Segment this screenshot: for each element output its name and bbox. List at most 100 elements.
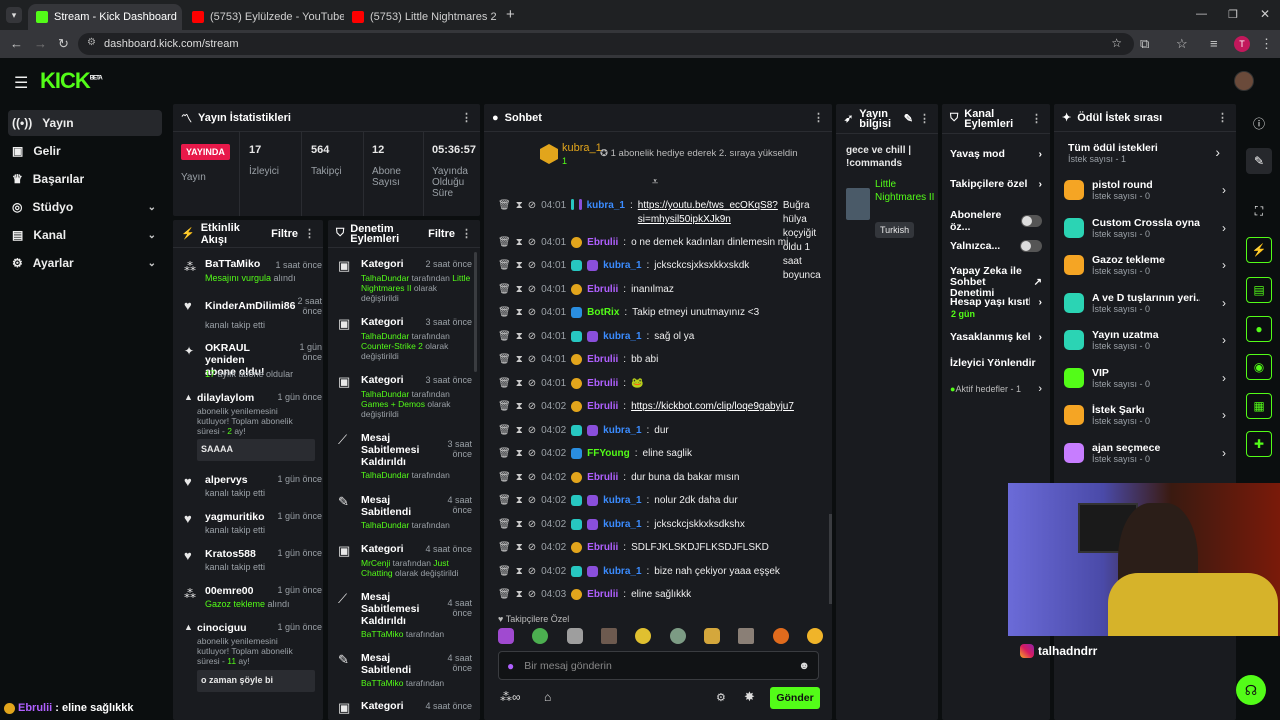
timeout-icon[interactable]: ⧗ (516, 331, 523, 342)
reload-icon[interactable]: ↻ (58, 36, 69, 52)
timeout-icon[interactable]: ⧗ (516, 199, 523, 213)
timeout-icon[interactable]: ⧗ (516, 401, 523, 412)
store-icon[interactable]: ⌂ (544, 690, 551, 704)
timeout-icon[interactable]: ⧗ (516, 495, 523, 506)
sidebar-item-studyo[interactable]: ◎ Stüdyo ⌄ (8, 194, 162, 220)
ban-icon[interactable]: ⊘ (528, 519, 536, 530)
wrench-icon[interactable]: ✚ (1246, 431, 1272, 457)
tab-youtube-2[interactable]: (5753) Little Nightmares 2 Gam ✕ (344, 4, 500, 30)
sidebar-item-ayarlar[interactable]: ⚙ Ayarlar ⌄ (8, 250, 162, 276)
more-options-icon[interactable]: ⋮ (919, 112, 930, 125)
delete-icon[interactable]: 🗑 (498, 307, 511, 318)
timeout-icon[interactable]: ⧗ (516, 542, 523, 553)
emote-icon[interactable] (498, 628, 514, 644)
user-avatar[interactable] (1234, 71, 1254, 91)
emote-icon[interactable] (532, 628, 549, 644)
ban-icon[interactable]: ⊘ (528, 331, 536, 342)
ban-icon[interactable]: ⊘ (528, 284, 536, 295)
chat-username[interactable]: kubra_1 (603, 566, 641, 577)
sidebar-item-kanal[interactable]: ▤ Kanal ⌄ (8, 222, 162, 248)
delete-icon[interactable]: 🗑 (498, 425, 511, 436)
more-options-icon[interactable]: ⋮ (304, 227, 315, 240)
ban-icon[interactable]: ⊘ (528, 589, 536, 600)
chat-link[interactable]: https://youtu.be/tws_ecOKqS8?si=mhysil50… (638, 199, 778, 227)
profile-avatar[interactable]: T (1234, 36, 1250, 52)
delete-icon[interactable]: 🗑 (498, 566, 511, 577)
emote-icon[interactable] (703, 628, 720, 644)
emote-icon[interactable] (566, 628, 583, 644)
sidebar-item-gelir[interactable]: ▣ Gelir (8, 138, 162, 164)
ban-icon[interactable]: ⊘ (528, 237, 536, 248)
delete-icon[interactable]: 🗑 (498, 378, 511, 389)
edit-icon[interactable]: ✎ (1246, 148, 1272, 174)
scrollbar[interactable] (474, 252, 477, 372)
sidebar-item-yayin[interactable]: ((•)) Yayın (8, 110, 162, 136)
emote-only-toggle[interactable] (1020, 240, 1042, 252)
microphone-icon[interactable]: ● (507, 659, 514, 673)
timeout-icon[interactable]: ⧗ (516, 354, 523, 365)
banned-words-item[interactable]: Yasaklanmış keli › (950, 331, 1042, 343)
hamburger-menu-icon[interactable]: ☰ (14, 73, 28, 93)
timeout-icon[interactable]: ⧗ (516, 566, 523, 577)
timeout-icon[interactable]: ⧗ (516, 589, 523, 600)
emote-icon[interactable] (772, 628, 789, 644)
ai-moderation-item[interactable]: Yapay Zeka ile Sohbet Denetimi ↗ (950, 266, 1042, 299)
delete-icon[interactable]: 🗑 (498, 354, 511, 365)
filter-button[interactable]: Filtre (271, 228, 298, 240)
more-options-icon[interactable]: ⋮ (1031, 112, 1042, 125)
ban-icon[interactable]: ⊘ (528, 542, 536, 553)
emote-icon[interactable] (738, 628, 755, 644)
ban-icon[interactable]: ⊘ (528, 199, 536, 213)
chat-username[interactable]: kubra_1 (603, 495, 641, 506)
tab-youtube-1[interactable]: (5753) Eylülzede - YouTube ✕ (184, 4, 344, 30)
chat-username[interactable]: Ebrulii (587, 542, 618, 553)
minimize-icon[interactable]: — (1196, 8, 1207, 20)
bookmarks-icon[interactable]: ☆ (1176, 36, 1188, 52)
new-tab-icon[interactable]: + (506, 6, 515, 23)
chat-input[interactable]: ● Bir mesaj gönderin ☻ (498, 651, 819, 680)
edit-icon[interactable]: ✎ (904, 112, 913, 125)
delete-icon[interactable]: 🗑 (498, 589, 511, 600)
emote-icon[interactable] (669, 628, 686, 644)
points-icon[interactable]: ⁂∞ (500, 690, 521, 704)
emote-icon[interactable] (600, 628, 617, 644)
delete-icon[interactable]: 🗑 (498, 199, 511, 213)
slow-mode-item[interactable]: Yavaş mod › (950, 148, 1042, 160)
layout-icon[interactable]: ▦ (1246, 393, 1272, 419)
all-rewards-item[interactable]: Tüm ödül istekleri İstek sayısı - 1 › (1068, 142, 1220, 164)
maximize-icon[interactable]: ❐ (1228, 8, 1238, 21)
browser-menu-icon[interactable]: ⋮ (1260, 36, 1273, 52)
timeout-icon[interactable]: ⧗ (516, 425, 523, 436)
ban-icon[interactable]: ⊘ (528, 307, 536, 318)
reward-item[interactable]: İstek Şarkı İstek sayısı - 0 › (1064, 398, 1226, 432)
host-channel-item[interactable]: İzleyici Yönlendir (950, 357, 1042, 369)
chat-username[interactable]: kubra_1 (603, 260, 641, 271)
extensions-icon[interactable]: ⧉ (1140, 36, 1149, 52)
tab-kick-dashboard[interactable]: Stream - Kick Dashboard ✕ (28, 4, 182, 30)
chat-username[interactable]: Ebrulii (587, 589, 618, 600)
account-age-item[interactable]: Hesap yaşı kısıtla › (950, 296, 1042, 308)
sidebar-item-basarilar[interactable]: ♛ Başarılar (8, 166, 162, 192)
delete-icon[interactable]: 🗑 (498, 519, 511, 530)
forward-icon[interactable]: → (34, 36, 47, 51)
send-button[interactable]: Gönder (770, 687, 820, 709)
timeout-icon[interactable]: ⧗ (516, 519, 523, 530)
more-options-icon[interactable]: ⋮ (461, 111, 472, 124)
bookmark-star-icon[interactable]: ☆ (1111, 36, 1122, 50)
url-input[interactable]: ⚙ dashboard.kick.com/stream ☆ (78, 33, 1134, 55)
delete-icon[interactable]: 🗑 (498, 542, 511, 553)
delete-icon[interactable]: 🗑 (498, 331, 511, 342)
ban-icon[interactable]: ⊘ (528, 425, 536, 436)
delete-icon[interactable]: 🗑 (498, 495, 511, 506)
lightning-icon[interactable]: ⚡ (1246, 237, 1272, 263)
badge-icon[interactable]: ✸ (744, 689, 755, 705)
reward-item[interactable]: VIP İstek sayısı - 0 › (1064, 361, 1226, 395)
broadcast-icon[interactable]: ◉ (1246, 354, 1272, 380)
game-name[interactable]: Little Nightmares II (875, 178, 935, 204)
reward-item[interactable]: Yayın uzatma İstek sayısı - 0 › (1064, 323, 1226, 357)
reward-item[interactable]: pistol round İstek sayısı - 0 › (1064, 173, 1226, 207)
chat-icon[interactable]: ● (1246, 316, 1272, 342)
reward-item[interactable]: ajan seçmece İstek sayısı - 0 › (1064, 436, 1226, 470)
delete-icon[interactable]: 🗑 (498, 472, 511, 483)
chat-username[interactable]: kubra_1 (603, 519, 641, 530)
